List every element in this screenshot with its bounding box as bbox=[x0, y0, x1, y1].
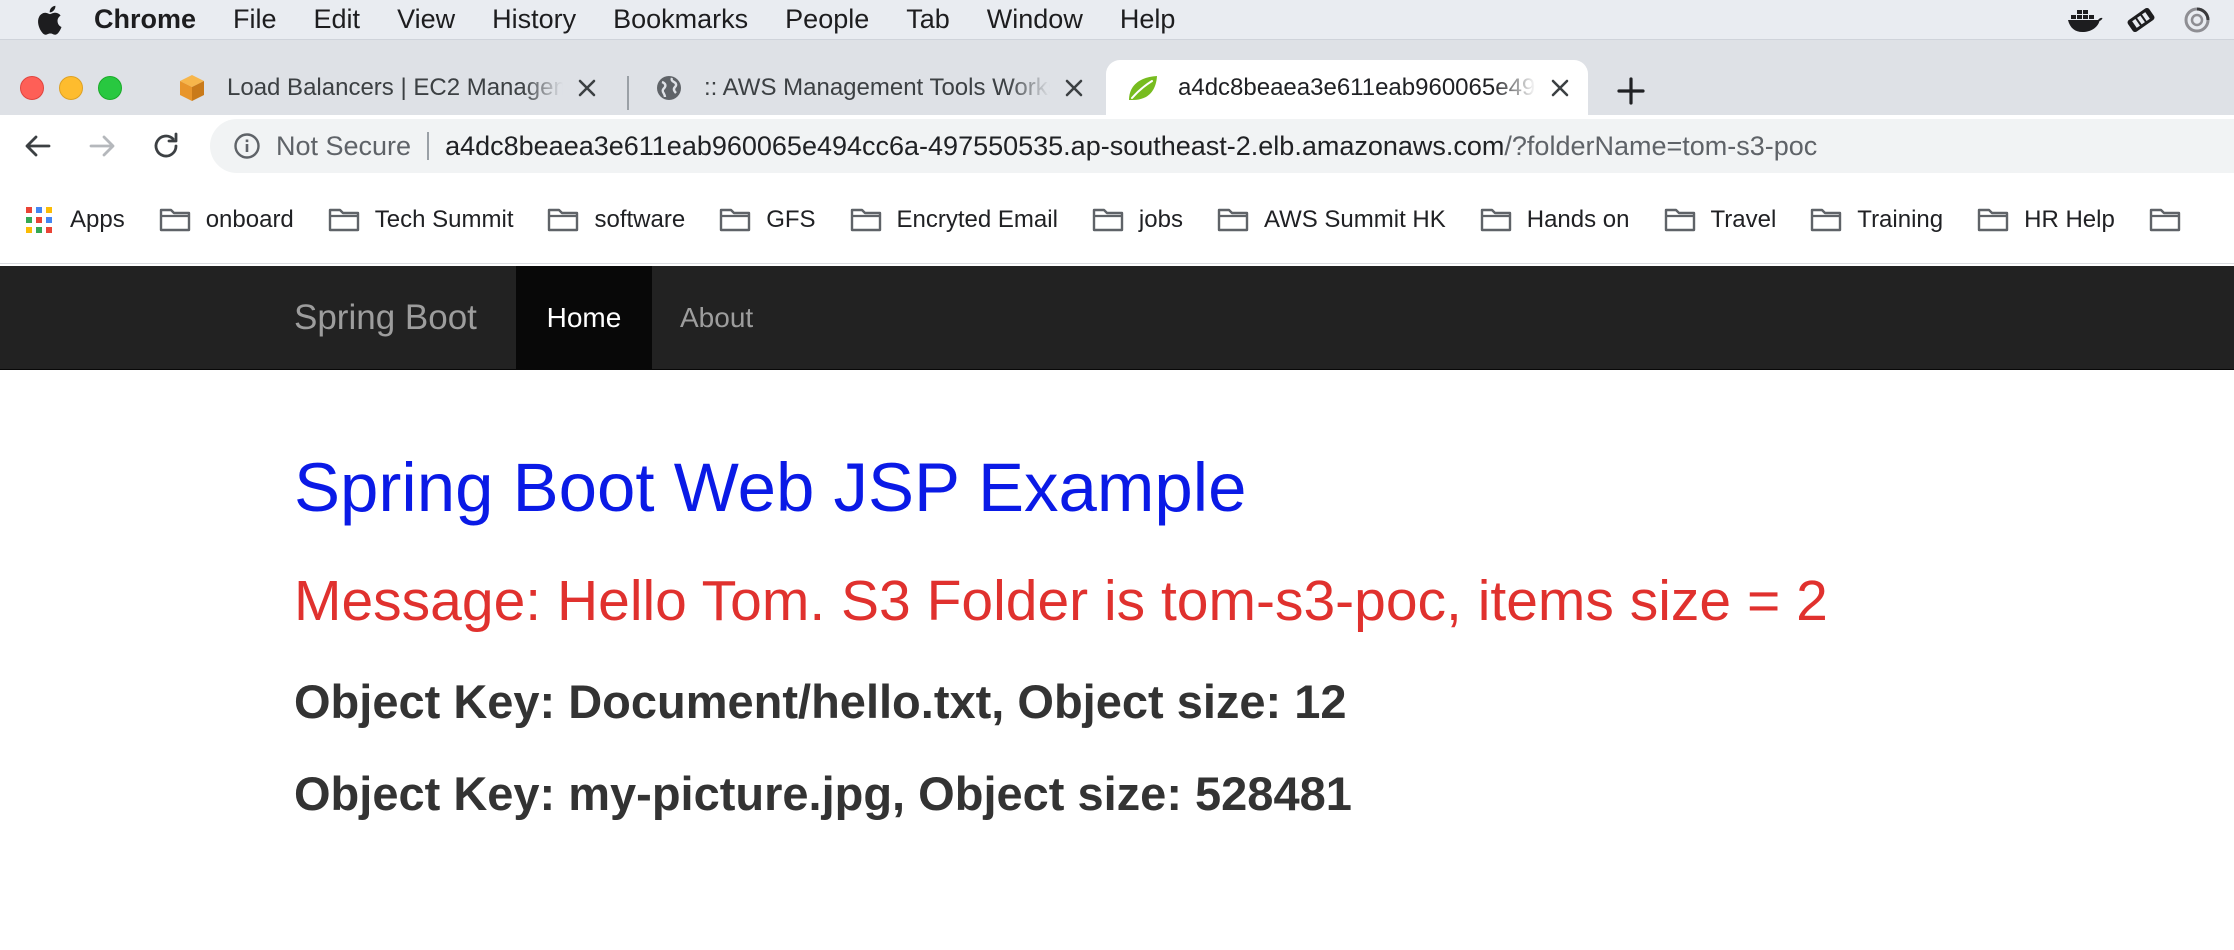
url-host: a4dc8beaea3e611eab960065e494cc6a-4975505… bbox=[445, 130, 1505, 161]
menu-window[interactable]: Window bbox=[987, 4, 1083, 35]
forward-arrow-icon[interactable] bbox=[84, 128, 120, 164]
bookmark-label: HR Help bbox=[2024, 206, 2115, 233]
menu-file[interactable]: File bbox=[233, 4, 277, 35]
bookmark-label: Apps bbox=[70, 206, 125, 233]
address-bar[interactable]: Not Secure a4dc8beaea3e611eab960065e494c… bbox=[210, 119, 2234, 173]
bookmark-folder-tech-summit[interactable]: Tech Summit bbox=[327, 206, 514, 234]
aws-cube-icon bbox=[175, 71, 209, 105]
folder-icon bbox=[158, 206, 192, 234]
nav-about-link[interactable]: About bbox=[660, 266, 773, 369]
bookmark-label: software bbox=[594, 206, 686, 233]
bookmark-folder-jobs[interactable]: jobs bbox=[1091, 206, 1183, 234]
folder-icon bbox=[1216, 206, 1250, 234]
bookmark-folder-hands-on[interactable]: Hands on bbox=[1479, 206, 1630, 234]
back-arrow-icon[interactable] bbox=[20, 128, 56, 164]
bookmark-label: Travel bbox=[1710, 206, 1777, 233]
nav-home-link[interactable]: Home bbox=[516, 266, 652, 369]
tab-title: a4dc8beaea3e611eab960065e494cc6a bbox=[1178, 73, 1536, 101]
message-text: Message: Hello Tom. S3 Folder is tom-s3-… bbox=[294, 569, 1828, 633]
bookmark-label: Training bbox=[1857, 206, 1944, 233]
bookmark-folder-aws-summit-hk[interactable]: AWS Summit HK bbox=[1216, 206, 1446, 234]
folder-icon bbox=[1809, 206, 1843, 234]
bookmark-folder-overflow[interactable] bbox=[2148, 206, 2196, 234]
tab-close-icon[interactable] bbox=[1060, 74, 1088, 102]
tab-close-icon[interactable] bbox=[1546, 74, 1574, 102]
spring-leaf-icon bbox=[1126, 71, 1160, 105]
folder-icon bbox=[1479, 206, 1513, 234]
page-heading: Spring Boot Web JSP Example bbox=[294, 449, 1247, 526]
site-navbar: Spring Boot Home About bbox=[0, 266, 2234, 370]
tab-close-icon[interactable] bbox=[573, 74, 601, 102]
bookmark-folder-software[interactable]: software bbox=[546, 206, 685, 234]
tab-aws-workshop[interactable]: :: AWS Management Tools Workshop bbox=[632, 60, 1102, 115]
omnibox-divider bbox=[427, 132, 430, 160]
tab-title: :: AWS Management Tools Workshop bbox=[704, 73, 1050, 101]
menu-help[interactable]: Help bbox=[1120, 4, 1176, 35]
folder-icon bbox=[546, 206, 580, 234]
menu-bookmarks[interactable]: Bookmarks bbox=[613, 4, 748, 35]
folder-icon bbox=[2148, 206, 2182, 234]
object-item: Object Key: Document/hello.txt, Object s… bbox=[294, 675, 1347, 728]
globe-icon bbox=[652, 71, 686, 105]
url-text[interactable]: a4dc8beaea3e611eab960065e494cc6a-4975505… bbox=[445, 131, 1817, 162]
bookmark-apps[interactable]: Apps bbox=[22, 206, 125, 234]
bookmark-folder-hr-help[interactable]: HR Help bbox=[1976, 206, 2115, 234]
bookmarks-bar: Apps onboard Tech Summit software GFS En… bbox=[0, 177, 2234, 264]
macos-menubar: Chrome File Edit View History Bookmarks … bbox=[0, 0, 2234, 40]
bookmark-label: AWS Summit HK bbox=[1263, 206, 1446, 233]
site-brand[interactable]: Spring Boot bbox=[294, 266, 477, 370]
folder-icon bbox=[1976, 206, 2010, 234]
minimize-window-button[interactable] bbox=[59, 76, 83, 100]
menu-app-name[interactable]: Chrome bbox=[94, 4, 196, 35]
bookmark-label: onboard bbox=[205, 206, 294, 233]
bookmark-label: Tech Summit bbox=[374, 206, 514, 233]
close-window-button[interactable] bbox=[20, 76, 44, 100]
menubar-tray bbox=[2066, 0, 2234, 40]
folder-icon bbox=[718, 206, 752, 234]
menu-history[interactable]: History bbox=[492, 4, 576, 35]
menu-view[interactable]: View bbox=[397, 4, 455, 35]
bookmark-folder-travel[interactable]: Travel bbox=[1663, 206, 1777, 234]
bookmark-label: Encryted Email bbox=[896, 206, 1058, 233]
tab-strip: Load Balancers | EC2 Management Console … bbox=[0, 40, 2234, 115]
folder-icon bbox=[1091, 206, 1125, 234]
bookmark-label: Hands on bbox=[1526, 206, 1630, 233]
bookmark-folder-gfs[interactable]: GFS bbox=[718, 206, 816, 234]
security-label[interactable]: Not Secure bbox=[276, 131, 411, 162]
apple-menu-icon[interactable] bbox=[34, 5, 64, 35]
menu-edit[interactable]: Edit bbox=[314, 4, 361, 35]
info-icon[interactable] bbox=[232, 131, 262, 161]
tab-title: Load Balancers | EC2 Management Console bbox=[227, 73, 563, 101]
folder-icon bbox=[1663, 206, 1697, 234]
gpu-icon[interactable] bbox=[2122, 3, 2160, 37]
object-item: Object Key: my-picture.jpg, Object size:… bbox=[294, 767, 1352, 820]
new-tab-plus-icon[interactable] bbox=[1612, 72, 1650, 110]
bookmark-folder-encryted-email[interactable]: Encryted Email bbox=[849, 206, 1058, 234]
reload-icon[interactable] bbox=[148, 128, 184, 164]
bookmark-label: jobs bbox=[1138, 206, 1183, 233]
tab-load-balancers[interactable]: Load Balancers | EC2 Management Console bbox=[155, 60, 615, 115]
folder-icon bbox=[327, 206, 361, 234]
menu-tab[interactable]: Tab bbox=[906, 4, 950, 35]
tab-separator bbox=[627, 76, 629, 110]
spinner-icon[interactable] bbox=[2178, 3, 2216, 37]
bookmark-folder-training[interactable]: Training bbox=[1809, 206, 1943, 234]
tab-spring-app[interactable]: a4dc8beaea3e611eab960065e494cc6a bbox=[1106, 60, 1588, 115]
zoom-window-button[interactable] bbox=[98, 76, 122, 100]
menu-people[interactable]: People bbox=[785, 4, 869, 35]
url-path: /?folderName=tom-s3-poc bbox=[1504, 130, 1818, 161]
docker-icon[interactable] bbox=[2066, 3, 2104, 37]
folder-icon bbox=[849, 206, 883, 234]
browser-toolbar: Not Secure a4dc8beaea3e611eab960065e494c… bbox=[0, 115, 2234, 177]
apps-grid-icon bbox=[22, 206, 56, 234]
bookmark-folder-onboard[interactable]: onboard bbox=[158, 206, 294, 234]
bookmark-label: GFS bbox=[766, 206, 816, 233]
